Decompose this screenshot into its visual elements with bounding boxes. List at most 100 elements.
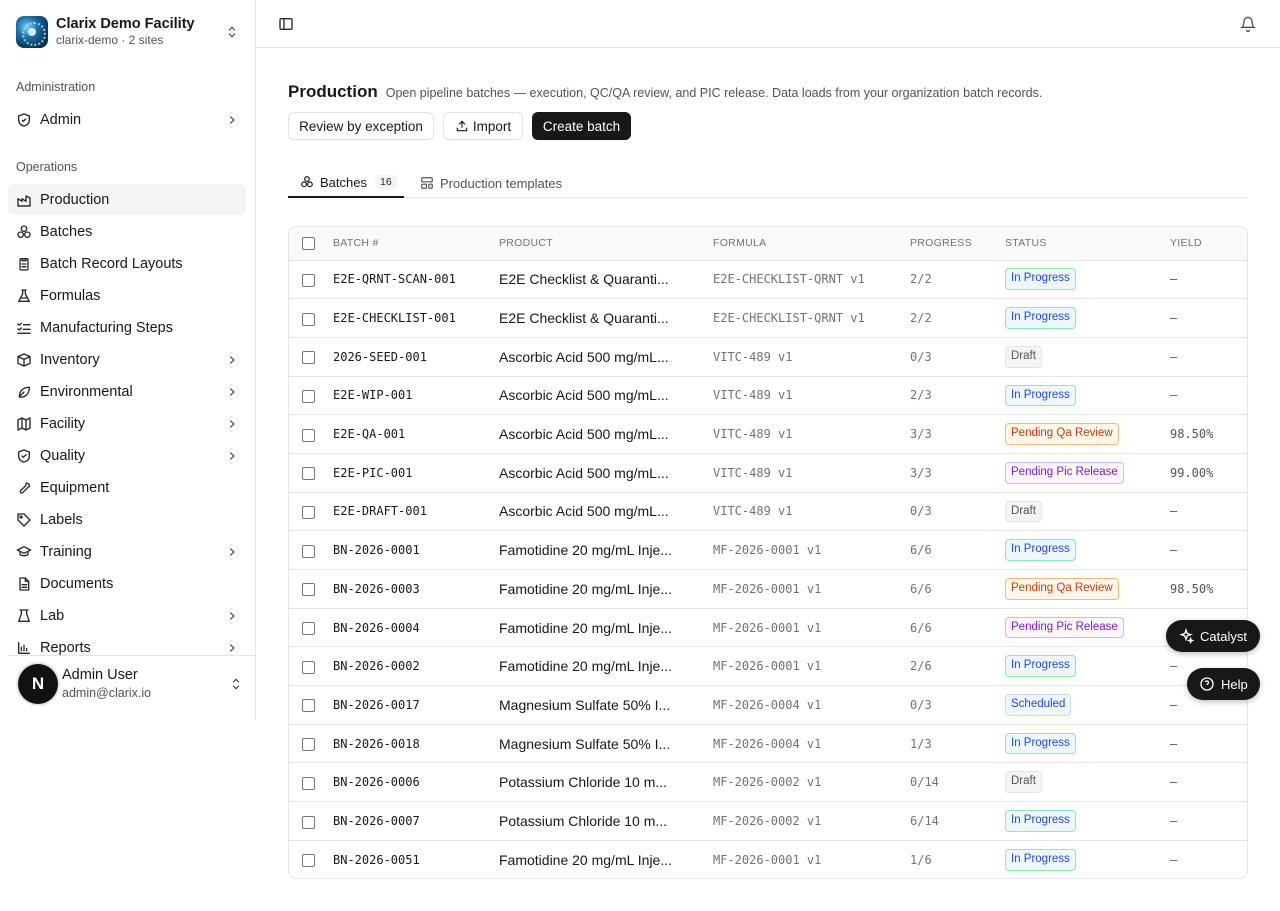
review-by-exception-button[interactable]: Review by exception bbox=[288, 112, 434, 140]
batch-number[interactable]: 2026-SEED-001 bbox=[333, 336, 499, 377]
formula: VITC-489 v1 bbox=[713, 452, 910, 493]
create-batch-button[interactable]: Create batch bbox=[532, 112, 631, 140]
sidebar-item-reports[interactable]: Reports bbox=[8, 632, 246, 663]
flask-icon bbox=[16, 288, 32, 304]
chevron-right-icon bbox=[224, 112, 240, 128]
clipboard-icon bbox=[16, 256, 32, 272]
layout-template-icon bbox=[420, 176, 434, 190]
batch-number[interactable]: BN-2026-0007 bbox=[333, 801, 499, 841]
product-name: Famotidine 20 mg/mL Inje... bbox=[499, 607, 713, 647]
tab-batches[interactable]: Batches 16 bbox=[288, 168, 404, 198]
sidebar-item-quality[interactable]: Quality bbox=[8, 440, 246, 471]
status-badge: In Progress bbox=[1005, 539, 1076, 562]
row-checkbox[interactable] bbox=[302, 544, 315, 558]
column-product[interactable]: Product bbox=[499, 227, 713, 261]
batch-number[interactable]: BN-2026-0017 bbox=[333, 685, 499, 725]
import-button[interactable]: Import bbox=[443, 112, 523, 140]
batch-number[interactable]: E2E-WIP-001 bbox=[333, 375, 499, 415]
row-checkbox[interactable] bbox=[302, 622, 315, 636]
row-checkbox[interactable] bbox=[302, 273, 315, 287]
progress: 0/14 bbox=[910, 762, 1005, 802]
row-checkbox[interactable] bbox=[302, 312, 315, 326]
row-checkbox[interactable] bbox=[302, 506, 315, 519]
batch-number[interactable]: E2E-QA-001 bbox=[333, 414, 499, 454]
progress: 3/3 bbox=[910, 414, 1005, 454]
tab-production-templates[interactable]: Production templates bbox=[420, 168, 562, 198]
catalyst-button[interactable]: Catalyst bbox=[1166, 620, 1260, 652]
table-row[interactable]: BN-2026-0007 Potassium Chloride 10 m... MF… bbox=[289, 801, 1247, 841]
section-operations: Operations bbox=[16, 160, 78, 174]
table-row[interactable]: BN-2026-0018 Magnesium Sulfate 50% I... MF… bbox=[289, 723, 1247, 763]
table-row[interactable]: BN-2026-0051 Famotidine 20 mg/mL Inje... M… bbox=[289, 839, 1247, 878]
batch-number[interactable]: BN-2026-0003 bbox=[333, 569, 499, 609]
progress: 6/6 bbox=[910, 607, 1005, 647]
row-checkbox[interactable] bbox=[302, 660, 315, 674]
sidebar-item-training[interactable]: Training bbox=[8, 536, 246, 567]
sidebar-item-labels[interactable]: Labels bbox=[8, 504, 246, 535]
sidebar-item-lab[interactable]: Lab bbox=[8, 600, 246, 631]
row-checkbox[interactable] bbox=[302, 776, 315, 790]
table-row[interactable]: BN-2026-0017 Magnesium Sulfate 50% I... MF… bbox=[289, 685, 1247, 725]
sidebar-item-inventory[interactable]: Inventory bbox=[8, 344, 246, 375]
sidebar-item-documents[interactable]: Documents bbox=[8, 568, 246, 599]
org-switcher[interactable]: Clarix Demo Facility clarix-demo · 2 sit… bbox=[16, 16, 240, 48]
batch-number[interactable]: BN-2026-0001 bbox=[333, 530, 499, 570]
table-row[interactable]: E2E-WIP-001 Ascorbic Acid 500 mg/mL... VIT… bbox=[289, 375, 1247, 415]
progress: 2/2 bbox=[910, 298, 1005, 338]
sidebar-item-production[interactable]: Production bbox=[8, 184, 246, 215]
row-checkbox[interactable] bbox=[302, 389, 315, 403]
sidebar-item-environmental[interactable]: Environmental bbox=[8, 376, 246, 407]
row-checkbox[interactable] bbox=[302, 428, 315, 442]
batch-number[interactable]: E2E-PIC-001 bbox=[333, 452, 499, 493]
product-name: Ascorbic Acid 500 mg/mL... bbox=[499, 375, 713, 415]
help-button[interactable]: Help bbox=[1187, 668, 1260, 700]
panel-left-icon[interactable] bbox=[278, 16, 294, 32]
table-row[interactable]: BN-2026-0003 Famotidine 20 mg/mL Inje... M… bbox=[289, 569, 1247, 609]
sidebar-item-formulas[interactable]: Formulas bbox=[8, 280, 246, 311]
yield: — bbox=[1170, 839, 1247, 878]
table-row[interactable]: E2E-QRNT-SCAN-001 E2E Checklist & Quarant… bbox=[289, 260, 1247, 299]
table-row[interactable]: BN-2026-0004 Famotidine 20 mg/mL Inje... M… bbox=[289, 607, 1247, 647]
batch-number[interactable]: BN-2026-0002 bbox=[333, 646, 499, 686]
table-row[interactable]: E2E-QA-001 Ascorbic Acid 500 mg/mL... VITC… bbox=[289, 414, 1247, 454]
page-description: Open pipeline batches — execution, QC/QA… bbox=[385, 86, 1043, 100]
sidebar-item-batch-record-layouts[interactable]: Batch Record Layouts bbox=[8, 248, 246, 279]
user-menu[interactable]: N Admin User admin@clarix.io bbox=[16, 664, 244, 704]
row-checkbox[interactable] bbox=[302, 699, 315, 713]
batch-number[interactable]: E2E-CHECKLIST-001 bbox=[333, 298, 499, 338]
column-status[interactable]: Status bbox=[1005, 227, 1170, 261]
row-checkbox[interactable] bbox=[302, 854, 315, 868]
table-row[interactable]: BN-2026-0001 Famotidine 20 mg/mL Inje... M… bbox=[289, 530, 1247, 570]
table-row[interactable]: E2E-DRAFT-001 Ascorbic Acid 500 mg/mL... V… bbox=[289, 491, 1247, 531]
column-formula[interactable]: Formula bbox=[713, 227, 910, 261]
column-yield[interactable]: Yield bbox=[1170, 227, 1247, 261]
bell-icon[interactable] bbox=[1239, 16, 1257, 32]
product-name: Ascorbic Acid 500 mg/mL... bbox=[499, 491, 713, 531]
factory-icon bbox=[16, 192, 32, 208]
row-checkbox[interactable] bbox=[302, 583, 315, 597]
batch-number[interactable]: E2E-DRAFT-001 bbox=[333, 491, 499, 531]
table-row[interactable]: 2026-SEED-001 Ascorbic Acid 500 mg/mL... V… bbox=[289, 336, 1247, 377]
batch-number[interactable]: BN-2026-0004 bbox=[333, 607, 499, 647]
sidebar-item-facility[interactable]: Facility bbox=[8, 408, 246, 439]
table-row[interactable]: E2E-PIC-001 Ascorbic Acid 500 mg/mL... VIT… bbox=[289, 452, 1247, 493]
table-row[interactable]: E2E-CHECKLIST-001 E2E Checklist & Quarant… bbox=[289, 298, 1247, 338]
row-checkbox[interactable] bbox=[302, 738, 315, 752]
yield: — bbox=[1170, 336, 1247, 377]
batch-number[interactable]: BN-2026-0051 bbox=[333, 839, 499, 878]
sidebar-item-equipment[interactable]: Equipment bbox=[8, 472, 246, 503]
sidebar-item-admin[interactable]: Admin bbox=[8, 104, 246, 135]
table-row[interactable]: BN-2026-0002 Famotidine 20 mg/mL Inje... M… bbox=[289, 646, 1247, 686]
sidebar-item-manufacturing-steps[interactable]: Manufacturing Steps bbox=[8, 312, 246, 343]
column-batch[interactable]: Batch # bbox=[333, 227, 499, 261]
row-checkbox[interactable] bbox=[302, 815, 315, 829]
column-progress[interactable]: Progress bbox=[910, 227, 1005, 261]
batch-number[interactable]: BN-2026-0006 bbox=[333, 762, 499, 802]
row-checkbox[interactable] bbox=[302, 467, 315, 481]
row-checkbox[interactable] bbox=[302, 351, 315, 365]
table-row[interactable]: BN-2026-0006 Potassium Chloride 10 m... MF… bbox=[289, 762, 1247, 802]
batch-number[interactable]: E2E-QRNT-SCAN-001 bbox=[333, 260, 499, 299]
sidebar-item-batches[interactable]: Batches bbox=[8, 216, 246, 247]
batch-number[interactable]: BN-2026-0018 bbox=[333, 723, 499, 763]
select-all-checkbox[interactable] bbox=[302, 236, 315, 250]
